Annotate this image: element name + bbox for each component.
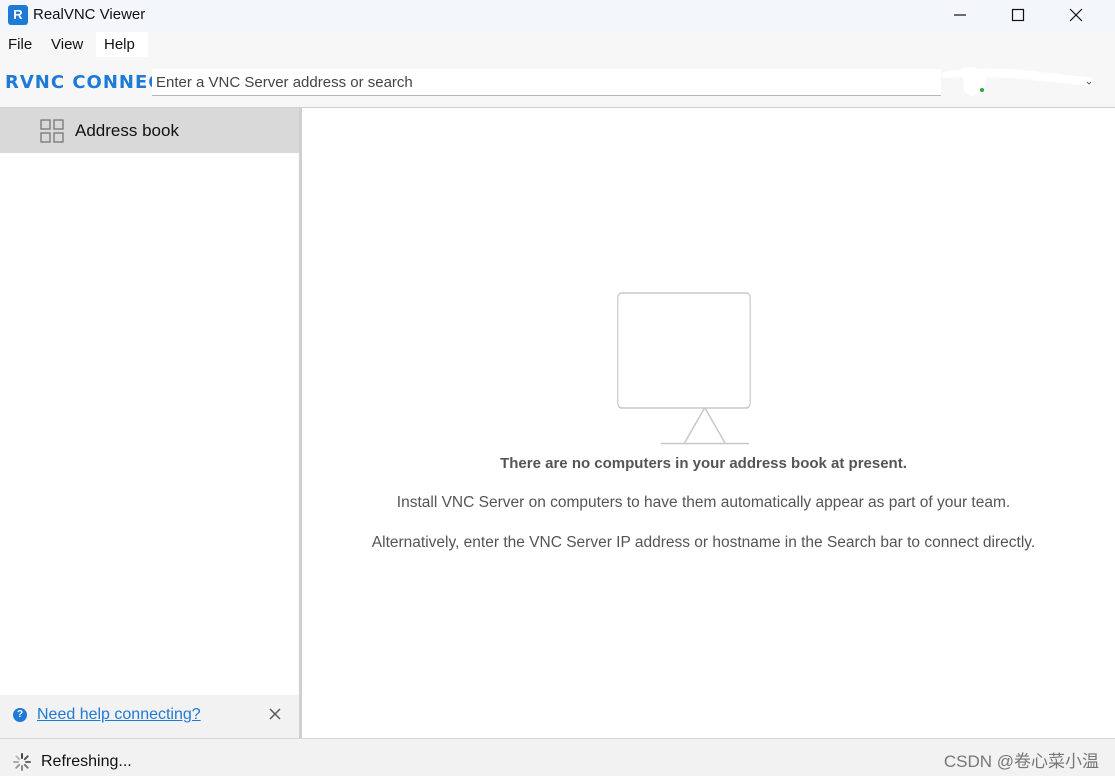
spinner-icon	[13, 753, 31, 771]
minimize-icon	[954, 14, 966, 16]
empty-state-line-1: Install VNC Server on computers to have …	[396, 494, 1011, 511]
sidebar-item-label: Address book	[75, 121, 179, 140]
menu-view[interactable]: View	[51, 36, 83, 53]
pane-divider[interactable]	[299, 108, 302, 738]
help-link[interactable]: Need help connecting?	[37, 706, 201, 724]
empty-state-line-2: Alternatively, enter the VNC Server IP a…	[371, 534, 1036, 551]
close-window-button[interactable]	[1047, 0, 1105, 30]
grid-icon	[40, 119, 64, 143]
window-title: RealVNC Viewer	[33, 6, 146, 23]
close-icon	[1069, 8, 1083, 22]
question-icon: ?	[13, 708, 27, 722]
realvnc-app-icon: R	[8, 5, 28, 25]
menu-help[interactable]: Help	[104, 36, 135, 53]
maximize-button[interactable]	[989, 0, 1047, 30]
minimize-button[interactable]	[931, 0, 989, 30]
close-icon[interactable]	[267, 706, 283, 722]
empty-state-title: There are no computers in your address b…	[500, 455, 907, 472]
menu-bar	[0, 32, 1115, 57]
maximize-icon	[1011, 8, 1025, 22]
status-text: Refreshing...	[41, 753, 132, 770]
search-input[interactable]	[152, 69, 941, 96]
sidebar	[0, 108, 299, 738]
redacted-account-area	[942, 67, 1092, 96]
watermark: CSDN @卷心菜小温	[943, 752, 1099, 771]
monitor-icon	[617, 292, 751, 445]
menu-file[interactable]: File	[8, 36, 32, 53]
vnc-connect-logo: RVNC CONNECT	[5, 72, 176, 93]
